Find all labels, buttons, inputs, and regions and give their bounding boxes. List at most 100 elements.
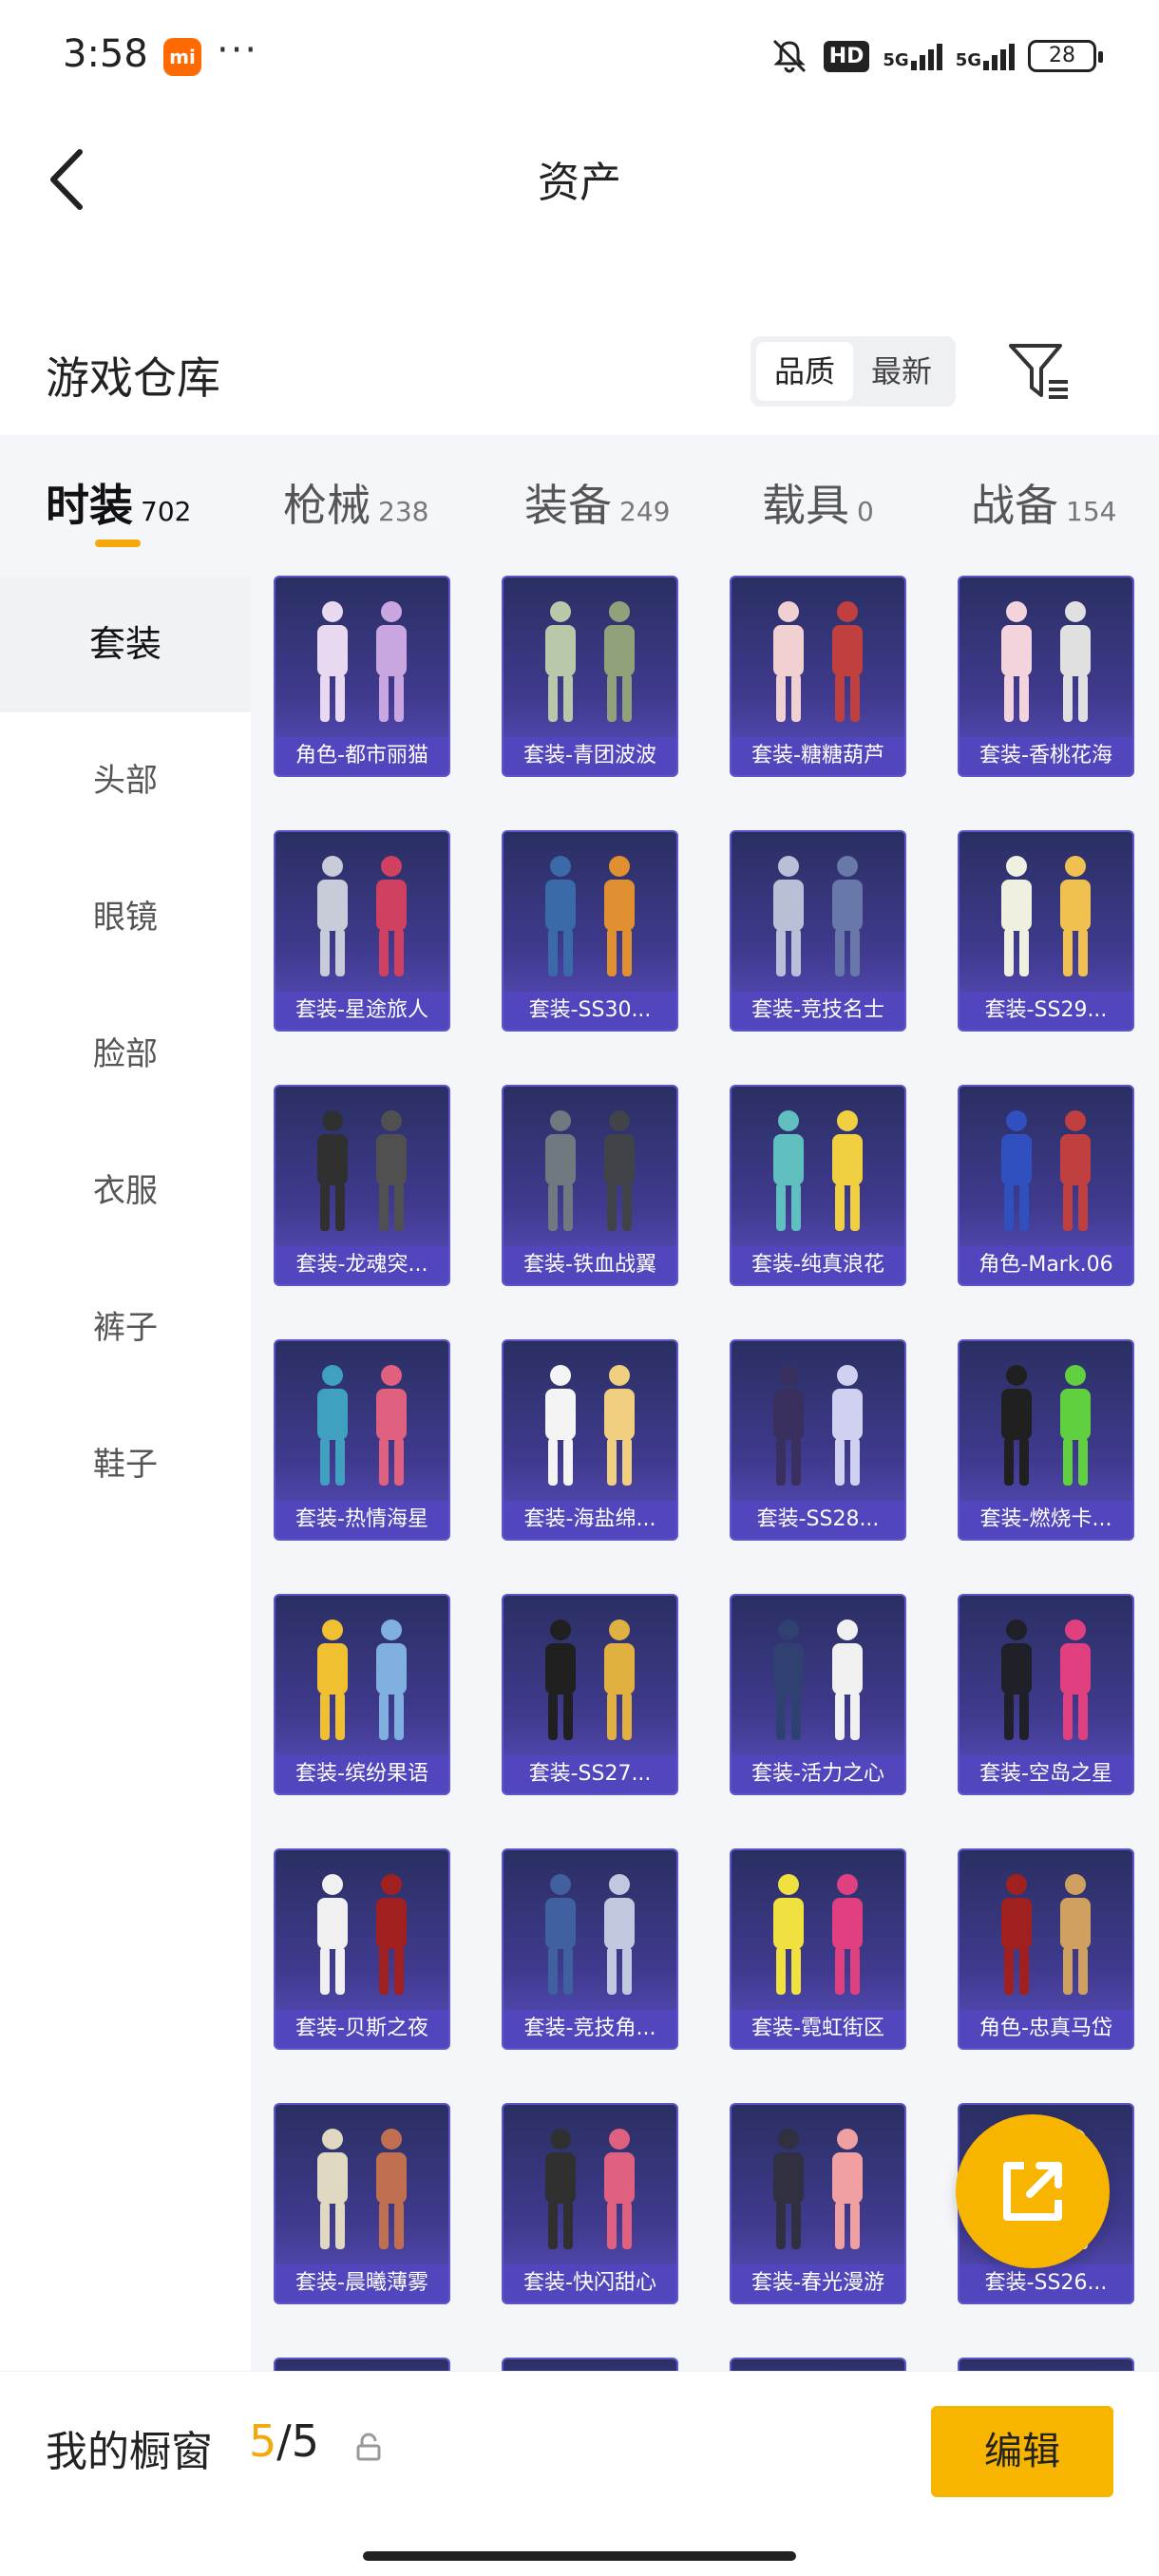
item-card[interactable]: 套装-空岛之星 — [958, 1594, 1134, 1795]
outfit-preview-image — [545, 1110, 635, 1231]
showcase-total: /5 — [276, 2415, 320, 2467]
item-card-label: 套装-空岛之星 — [960, 1755, 1132, 1793]
outfit-preview-image — [545, 1365, 635, 1486]
item-card-label: 套装-SS29... — [960, 992, 1132, 1030]
tab-equipment[interactable]: 装备 249 — [524, 471, 670, 534]
tab-count: 154 — [1066, 496, 1117, 527]
outfit-preview-image — [317, 1110, 407, 1231]
share-button[interactable] — [956, 2114, 1110, 2268]
item-card[interactable]: 套装-青团波波 — [502, 576, 678, 777]
item-card[interactable]: 套装-香桃花海 — [958, 576, 1134, 777]
item-card[interactable]: 角色-都市丽猫 — [274, 576, 450, 777]
tab-fashion[interactable]: 时装 702 — [46, 471, 191, 534]
item-card-label: 套装-贝斯之夜 — [276, 2010, 448, 2048]
outfit-preview-image — [317, 856, 407, 976]
item-card[interactable]: 套装-纯真浪花 — [730, 1085, 906, 1286]
item-card[interactable]: 套装-热情海星 — [274, 1339, 450, 1541]
item-card-label: 套装-SS27... — [504, 1755, 676, 1793]
top-nav: 资产 — [0, 123, 1159, 234]
share-icon — [1003, 2162, 1062, 2221]
signal-bars-icon — [910, 42, 942, 70]
sidebar-item-clothes[interactable]: 衣服 — [0, 1123, 251, 1260]
outfit-preview-image — [773, 1874, 863, 1995]
tab-gear[interactable]: 战备 154 — [971, 471, 1116, 534]
item-card-label: 套装-热情海星 — [276, 1501, 448, 1539]
item-card-label: 套装-竞技角... — [504, 2010, 676, 2048]
sidebar-item-pants[interactable]: 裤子 — [0, 1260, 251, 1396]
sort-newest-button[interactable]: 最新 — [853, 342, 950, 401]
outfit-preview-image — [317, 1874, 407, 1995]
sidebar-item-head[interactable]: 头部 — [0, 712, 251, 849]
item-card-label: 套装-纯真浪花 — [732, 1246, 904, 1284]
item-card[interactable]: 套装-贝斯之夜 — [274, 1848, 450, 2050]
item-card[interactable]: 套装-龙魂突... — [274, 1085, 450, 1286]
item-card[interactable]: 套装-活力之心 — [730, 1594, 906, 1795]
outfit-preview-image — [545, 1874, 635, 1995]
edit-button[interactable]: 编辑 — [931, 2406, 1113, 2497]
tab-label: 时装 — [46, 480, 133, 531]
item-card-label: 套装-星途旅人 — [276, 992, 448, 1030]
item-card-label: 套装-青团波波 — [504, 737, 676, 775]
sort-quality-button[interactable]: 品质 — [756, 342, 853, 401]
outfit-preview-image — [545, 856, 635, 976]
item-card-label: 角色-都市丽猫 — [276, 737, 448, 775]
item-card[interactable]: 套装-燃烧卡... — [958, 1339, 1134, 1541]
tab-vehicles[interactable]: 载具 0 — [762, 471, 874, 534]
more-notifications-icon: ··· — [217, 28, 259, 72]
item-card[interactable]: 套装-竞技名士 — [730, 830, 906, 1032]
item-card-label: 套装-缤纷果语 — [276, 1755, 448, 1793]
item-card-label: 套装-香桃花海 — [960, 737, 1132, 775]
sidebar-item-face[interactable]: 脸部 — [0, 986, 251, 1123]
active-tab-indicator — [95, 540, 141, 547]
showcase-bar: 我的橱窗 5/5 编辑 — [0, 2371, 1159, 2576]
item-card[interactable]: 角色-Mark.06 — [958, 1085, 1134, 1286]
home-indicator — [363, 2551, 796, 2561]
tab-count: 702 — [141, 496, 192, 527]
outfit-preview-image — [773, 2129, 863, 2249]
item-card[interactable]: 套装-快闪甜心 — [502, 2103, 678, 2304]
item-card[interactable]: 套装-海盐绵... — [502, 1339, 678, 1541]
sort-toggle: 品质 最新 — [750, 336, 956, 407]
item-card-label: 套装-快闪甜心 — [504, 2264, 676, 2302]
status-time: 3:58 — [63, 32, 148, 76]
item-card[interactable]: 套装-春光漫游 — [730, 2103, 906, 2304]
filter-icon[interactable] — [1005, 338, 1072, 405]
item-card[interactable]: 套装-晨曦薄雾 — [274, 2103, 450, 2304]
item-card-partial[interactable] — [730, 2358, 906, 2371]
category-tabs: 时装 702 枪械 238 装备 249 载具 0 战备 154 — [0, 435, 1159, 576]
item-card[interactable]: 角色-忠真马岱 — [958, 1848, 1134, 2050]
sidebar-item-shoes[interactable]: 鞋子 — [0, 1396, 251, 1533]
item-card-partial[interactable] — [502, 2358, 678, 2371]
tab-label: 载具 — [762, 480, 849, 531]
item-card[interactable]: 套装-铁血战翼 — [502, 1085, 678, 1286]
item-card[interactable]: 套装-SS27... — [502, 1594, 678, 1795]
item-card-label: 套装-铁血战翼 — [504, 1246, 676, 1284]
outfit-preview-image — [317, 1619, 407, 1740]
outfit-preview-image — [545, 601, 635, 722]
item-card-partial[interactable] — [274, 2358, 450, 2371]
item-card[interactable]: 套装-SS28... — [730, 1339, 906, 1541]
outfit-preview-image — [773, 601, 863, 722]
item-card[interactable]: 套装-SS29... — [958, 830, 1134, 1032]
mi-icon: mi — [163, 38, 201, 76]
showcase-count: 5/5 — [249, 2415, 319, 2467]
item-card-label: 套装-SS26... — [960, 2264, 1132, 2302]
outfit-preview-image — [317, 1365, 407, 1486]
sidebar-item-glasses[interactable]: 眼镜 — [0, 849, 251, 986]
item-card[interactable]: 套装-糖糖葫芦 — [730, 576, 906, 777]
item-card[interactable]: 套装-星途旅人 — [274, 830, 450, 1032]
item-card-label: 套装-春光漫游 — [732, 2264, 904, 2302]
item-card-partial[interactable] — [958, 2358, 1134, 2371]
item-grid: 角色-都市丽猫 套装-青团波波 套装-糖糖葫芦 套装-香桃花海 套装-星途旅人 套装-SS… — [251, 576, 1159, 2371]
outfit-preview-image — [1001, 1110, 1091, 1231]
item-card[interactable]: 套装-霓虹街区 — [730, 1848, 906, 2050]
item-card-label: 套装-霓虹街区 — [732, 2010, 904, 2048]
item-card[interactable]: 套装-SS30... — [502, 830, 678, 1032]
sidebar-item-sets[interactable]: 套装 — [0, 576, 251, 712]
item-card[interactable]: 套装-缤纷果语 — [274, 1594, 450, 1795]
tab-firearms[interactable]: 枪械 238 — [283, 471, 428, 534]
item-card[interactable]: 套装-竞技角... — [502, 1848, 678, 2050]
outfit-preview-image — [773, 1619, 863, 1740]
mute-vibrate-icon — [772, 39, 806, 73]
tab-label: 装备 — [524, 480, 612, 531]
